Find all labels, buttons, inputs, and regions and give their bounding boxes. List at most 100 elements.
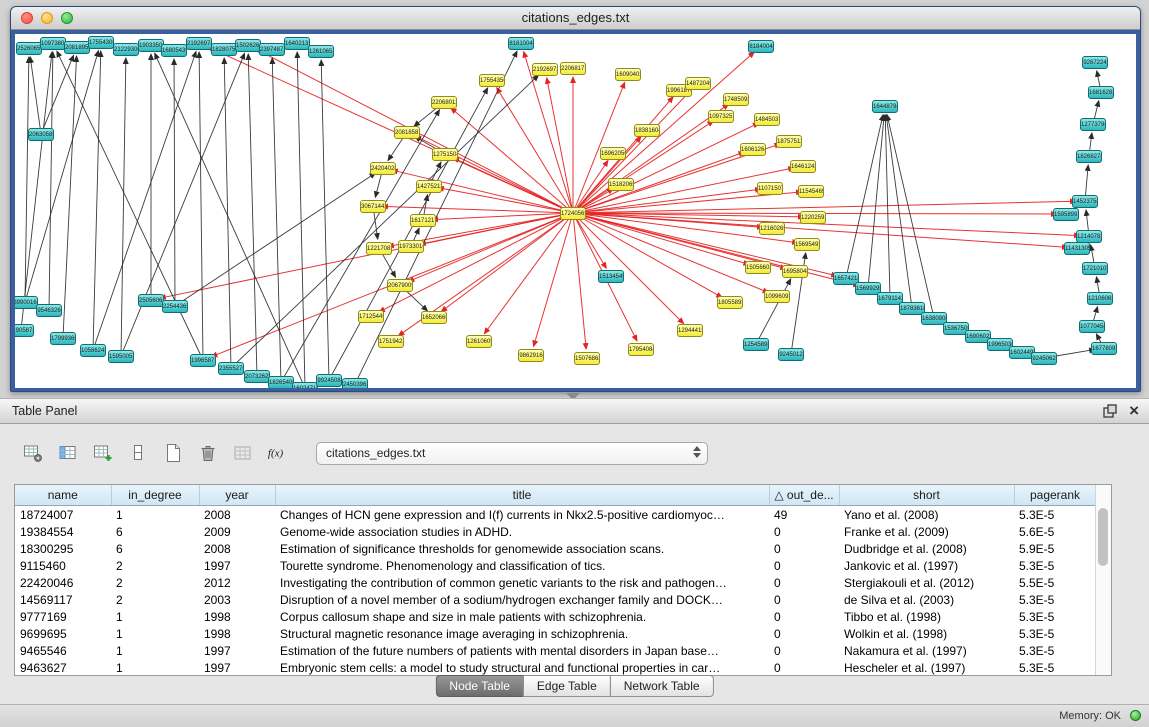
- graph-node[interactable]: 12160265: [759, 222, 785, 235]
- graph-edge[interactable]: [155, 53, 305, 388]
- table-scrollbar-thumb[interactable]: [1098, 508, 1108, 566]
- graph-node[interactable]: 18757512: [776, 135, 802, 148]
- graph-edge[interactable]: [547, 78, 573, 213]
- graph-node[interactable]: 11545469: [798, 185, 824, 198]
- graph-node[interactable]: 16461242: [790, 160, 816, 173]
- graph-node[interactable]: 12610651: [308, 45, 334, 58]
- graph-node[interactable]: 9267224: [1082, 56, 1108, 69]
- graph-node[interactable]: 17240565: [560, 207, 586, 220]
- graph-node[interactable]: 17554350: [479, 74, 505, 87]
- graph-edge[interactable]: [25, 51, 98, 302]
- table-cell[interactable]: 9115460: [15, 557, 111, 574]
- graph-edge[interactable]: [573, 89, 692, 213]
- table-cell[interactable]: 18724007: [15, 506, 111, 524]
- graph-edge[interactable]: [57, 51, 203, 360]
- graph-node[interactable]: 8990016: [15, 296, 38, 309]
- graph-node[interactable]: 25056061: [138, 294, 164, 307]
- graph-node[interactable]: 9862916: [518, 349, 544, 362]
- graph-edge[interactable]: [175, 173, 376, 306]
- show-columns-icon[interactable]: [57, 442, 79, 464]
- graph-node[interactable]: 15182065: [608, 178, 634, 191]
- graph-edge[interactable]: [49, 52, 53, 310]
- graph-node[interactable]: 16520666: [421, 311, 447, 324]
- tab-network-table[interactable]: Network Table: [610, 675, 714, 697]
- graph-node[interactable]: 14872049: [685, 77, 711, 90]
- table-cell[interactable]: 5.3E-5: [1014, 506, 1096, 524]
- table-cell[interactable]: 1: [111, 659, 199, 676]
- graph-node[interactable]: 12140781: [1076, 230, 1102, 243]
- graph-edge[interactable]: [846, 115, 883, 278]
- graph-node[interactable]: 20732625: [244, 370, 270, 383]
- table-cell[interactable]: 14569117: [15, 591, 111, 608]
- graph-node[interactable]: 14845037: [754, 113, 780, 126]
- graph-edge[interactable]: [121, 58, 126, 356]
- graph-node[interactable]: 12217081: [366, 242, 392, 255]
- table-source-select[interactable]: citations_edges.txt: [316, 442, 708, 465]
- row-options-icon[interactable]: [127, 442, 149, 464]
- graph-node[interactable]: 9245012: [778, 348, 804, 361]
- table-cell[interactable]: de Silva et al. (2003): [839, 591, 1014, 608]
- graph-edge[interactable]: [573, 52, 754, 213]
- graph-node[interactable]: 15134549: [598, 270, 624, 283]
- table-cell[interactable]: Investigating the contribution of common…: [275, 574, 769, 591]
- new-table-icon[interactable]: [162, 442, 184, 464]
- table-cell[interactable]: 2003: [199, 591, 275, 608]
- graph-node[interactable]: 23555276: [218, 362, 244, 375]
- table-cell[interactable]: 5.3E-5: [1014, 557, 1096, 574]
- table-cell[interactable]: 19384554: [15, 523, 111, 540]
- graph-node[interactable]: 21926972: [532, 63, 558, 76]
- graph-node[interactable]: 18265406: [268, 376, 294, 389]
- graph-node[interactable]: 19965871: [190, 354, 216, 367]
- table-cell[interactable]: Estimation of the future numbers of pati…: [275, 642, 769, 659]
- graph-node[interactable]: 16805439: [161, 44, 187, 57]
- graph-node[interactable]: 10973257: [708, 110, 734, 123]
- graph-node[interactable]: 16958048: [782, 265, 808, 278]
- delete-table-icon[interactable]: [197, 442, 219, 464]
- table-cell[interactable]: 9699695: [15, 625, 111, 642]
- graph-node[interactable]: 17210105: [1082, 262, 1108, 275]
- graph-edge[interactable]: [248, 54, 257, 376]
- function-builder-icon[interactable]: f(x): [267, 442, 289, 464]
- column-header-short[interactable]: short: [839, 485, 1014, 506]
- graph-node[interactable]: 10996093: [764, 290, 790, 303]
- graph-edge[interactable]: [885, 115, 890, 298]
- table-cell[interactable]: Stergiakouli et al. (2012): [839, 574, 1014, 591]
- graph-node[interactable]: 16448794: [872, 100, 898, 113]
- graph-edge[interactable]: [868, 115, 884, 288]
- table-cell[interactable]: 1998: [199, 625, 275, 642]
- graph-node[interactable]: 17125449: [358, 310, 384, 323]
- graph-node[interactable]: 18381604: [634, 124, 660, 137]
- table-cell[interactable]: 2: [111, 574, 199, 591]
- graph-edge[interactable]: [534, 213, 573, 346]
- table-cell[interactable]: Hescheler et al. (1997): [839, 659, 1014, 676]
- minimize-window-button[interactable]: [41, 12, 53, 24]
- table-cell[interactable]: 9465546: [15, 642, 111, 659]
- graph-node[interactable]: 23974872: [259, 43, 285, 56]
- table-cell[interactable]: 1: [111, 642, 199, 659]
- table-row[interactable]: 946554611997Estimation of the future num…: [15, 642, 1096, 659]
- table-cell[interactable]: Disruption of a novel member of a sodium…: [275, 591, 769, 608]
- graph-edge[interactable]: [321, 60, 329, 380]
- graph-edge[interactable]: [432, 213, 573, 220]
- graph-node[interactable]: 12944415: [677, 324, 703, 337]
- graph-node[interactable]: 18055893: [717, 296, 743, 309]
- table-cell[interactable]: 2008: [199, 540, 275, 557]
- table-cell[interactable]: 5.5E-5: [1014, 574, 1096, 591]
- graph-edge[interactable]: [41, 55, 74, 134]
- graph-node[interactable]: 14523754: [1072, 195, 1098, 208]
- graph-node[interactable]: 16962056: [600, 147, 626, 160]
- graph-node[interactable]: 17519422: [378, 335, 404, 348]
- graph-node[interactable]: 10586243: [80, 344, 106, 357]
- graph-node[interactable]: 12610605: [466, 335, 492, 348]
- table-row[interactable]: 977716911998Corpus callosum shape and si…: [15, 608, 1096, 625]
- table-cell[interactable]: 2009: [199, 523, 275, 540]
- graph-node[interactable]: 25260650: [16, 42, 42, 55]
- graph-node[interactable]: 24204028: [370, 162, 396, 175]
- column-header-year[interactable]: year: [199, 485, 275, 506]
- network-canvas[interactable]: 1724056522068177160904031996187410973257…: [15, 34, 1136, 388]
- table-cell[interactable]: 5.3E-5: [1014, 642, 1096, 659]
- table-cell[interactable]: 1997: [199, 557, 275, 574]
- graph-node[interactable]: 16090403: [615, 68, 641, 81]
- graph-node[interactable]: 10973804: [40, 37, 66, 50]
- table-cell[interactable]: Changes of HCN gene expression and I(f) …: [275, 506, 769, 524]
